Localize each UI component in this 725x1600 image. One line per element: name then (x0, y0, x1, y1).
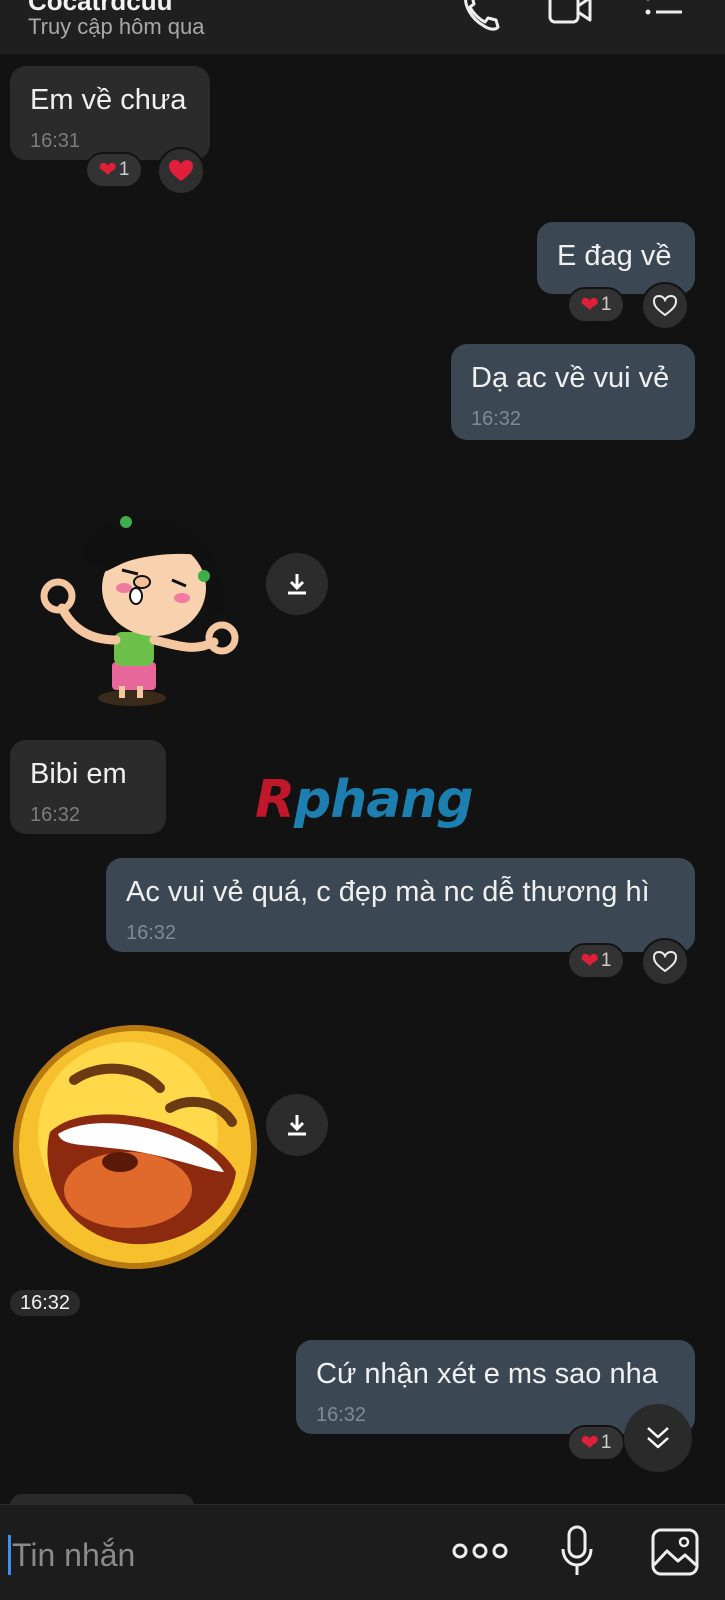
message-text: Dạ ac về vui vẻ (471, 362, 670, 394)
watermark-logo: Rphang (255, 770, 474, 830)
reaction-count-number: 1 (600, 1432, 612, 1453)
download-sticker-button[interactable] (266, 553, 328, 615)
react-heart-button[interactable] (157, 147, 205, 195)
heart-filled-icon (169, 160, 193, 181)
react-heart-button[interactable] (641, 282, 689, 330)
gallery-image-icon[interactable] (650, 1527, 700, 1577)
microphone-icon[interactable] (560, 1525, 594, 1577)
reaction-count[interactable]: ❤ 1 (567, 287, 625, 323)
heart-icon: ❤ (580, 292, 599, 317)
heart-outline-icon (652, 950, 678, 973)
message-text: Cứ nhận xét e ms sao nha (316, 1358, 658, 1390)
message-input[interactable] (12, 1527, 432, 1583)
heart-outline-icon (652, 294, 678, 317)
reaction-count[interactable]: ❤ 1 (85, 152, 143, 188)
reaction-count[interactable]: ❤ 1 (567, 943, 625, 979)
download-sticker-button[interactable] (266, 1094, 328, 1156)
reaction-count-number: 1 (600, 950, 612, 971)
double-chevron-down-icon (647, 1427, 669, 1449)
reaction-count-number: 1 (600, 294, 612, 315)
chat-header: Cocatrdcuu Truy cập hôm qua (0, 0, 725, 54)
message-text: Em về chưa (30, 84, 187, 116)
message-time: 16:32 (471, 408, 522, 430)
video-call-icon[interactable] (546, 0, 594, 34)
message-bubble-incoming[interactable]: Bibi em 16:32 (10, 740, 166, 834)
reaction-count-number: 1 (118, 159, 130, 180)
last-seen-status: Truy cập hôm qua (28, 14, 205, 39)
message-text: E đag về (557, 240, 672, 272)
react-heart-button[interactable] (641, 938, 689, 986)
message-time: 16:32 (126, 922, 177, 944)
scroll-to-bottom-button[interactable] (624, 1404, 692, 1472)
message-bubble-outgoing[interactable]: Ac vui vẻ quá, c đẹp mà nc dễ thương hì … (106, 858, 695, 952)
message-text: Ac vui vẻ quá, c đẹp mà nc dễ thương hì (126, 876, 650, 908)
laughing-face-sticker[interactable] (10, 1022, 260, 1272)
message-composer (0, 1504, 725, 1600)
girl-ok-sticker[interactable] (14, 512, 254, 712)
heart-icon: ❤ (98, 157, 117, 182)
heart-icon: ❤ (580, 948, 599, 973)
text-cursor (8, 1535, 11, 1575)
download-icon (288, 1115, 306, 1136)
message-bubble-outgoing[interactable]: Dạ ac về vui vẻ 16:32 (451, 344, 695, 440)
sticker-time: 16:32 (10, 1290, 81, 1316)
message-bubble-incoming[interactable]: Em về chưa 16:31 (10, 66, 210, 160)
menu-list-icon[interactable] (640, 0, 688, 34)
more-options-icon[interactable] (452, 1539, 508, 1563)
message-time: 16:31 (30, 130, 81, 152)
message-time: 16:32 (316, 1404, 367, 1426)
phone-icon[interactable] (458, 0, 506, 34)
reaction-count[interactable]: ❤ 1 (567, 1425, 625, 1461)
heart-icon: ❤ (580, 1430, 599, 1455)
message-text: Bibi em (30, 758, 127, 790)
download-icon (288, 574, 306, 595)
message-time: 16:32 (30, 804, 81, 826)
